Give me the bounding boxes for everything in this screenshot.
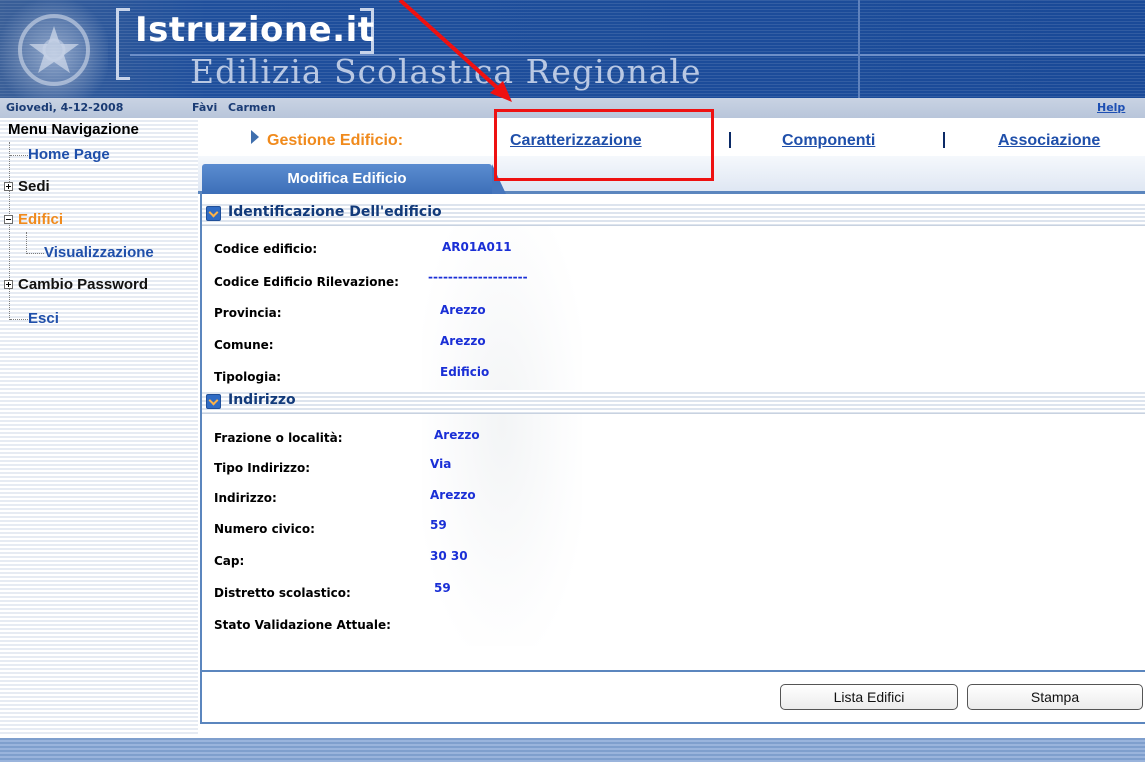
field-label: Distretto scolastico: bbox=[214, 586, 351, 600]
field-value-codice-rilevazione: -------------------- bbox=[428, 270, 528, 284]
logo-subtitle: Edilizia Scolastica Regionale bbox=[190, 52, 702, 91]
field-label: Tipo Indirizzo: bbox=[214, 461, 311, 475]
user-first-name: Carmen bbox=[228, 101, 276, 114]
field-label: Indirizzo: bbox=[214, 491, 277, 505]
chevron-down-icon[interactable] bbox=[206, 206, 221, 221]
field-label: Tipologia: bbox=[214, 370, 282, 384]
link-componenti[interactable]: Componenti bbox=[782, 132, 875, 150]
expand-plus-icon[interactable] bbox=[4, 182, 13, 191]
navigation-menu: Menu Navigazione Home Page Sedi Edifici … bbox=[0, 118, 198, 735]
republic-emblem-icon bbox=[0, 0, 108, 98]
menu-item-cambio-password[interactable]: Cambio Password bbox=[18, 276, 148, 293]
menu-item-visualizzazione[interactable]: Visualizzazione bbox=[44, 244, 154, 261]
user-last-name: Fàvi bbox=[192, 101, 218, 114]
menu-item-sedi[interactable]: Sedi bbox=[18, 178, 50, 195]
arrow-right-icon bbox=[251, 130, 259, 144]
page: Istruzione.it Edilizia Scolastica Region… bbox=[0, 0, 1145, 762]
section-title: Identificazione Dell'edificio bbox=[228, 204, 442, 220]
field-label: Codice edificio: bbox=[214, 242, 318, 256]
logo-bracket-left bbox=[116, 8, 130, 80]
nav-section-label: Gestione Edificio: bbox=[267, 132, 404, 149]
content-panel: Identificazione Dell'edificio Codice edi… bbox=[200, 194, 1145, 724]
help-link[interactable]: Help bbox=[1097, 101, 1125, 114]
section-title: Indirizzo bbox=[228, 392, 296, 408]
panel-footer-divider bbox=[202, 670, 1145, 672]
tree-line bbox=[10, 319, 28, 320]
field-label: Cap: bbox=[214, 554, 245, 568]
link-associazione[interactable]: Associazione bbox=[998, 132, 1100, 150]
lista-edifici-button[interactable]: Lista Edifici bbox=[780, 684, 958, 710]
menu-title: Menu Navigazione bbox=[8, 121, 139, 138]
field-value-cap: 30 30 bbox=[430, 549, 468, 563]
current-date: Giovedì, 4-12-2008 bbox=[6, 101, 124, 114]
collapse-minus-icon[interactable] bbox=[4, 215, 13, 224]
field-label: Codice Edificio Rilevazione: bbox=[214, 275, 399, 289]
menu-item-edifici[interactable]: Edifici bbox=[18, 211, 63, 228]
nav-separator bbox=[729, 132, 731, 148]
tree-line bbox=[27, 253, 44, 254]
tab-modifica-edificio[interactable]: Modifica Edificio bbox=[202, 164, 506, 194]
field-value-comune: Arezzo bbox=[440, 334, 486, 348]
tree-line bbox=[9, 142, 10, 320]
tab-strip: Modifica Edificio bbox=[198, 156, 1145, 194]
field-label: Stato Validazione Attuale: bbox=[214, 618, 391, 632]
tree-line bbox=[10, 155, 28, 156]
tree-line bbox=[26, 232, 27, 254]
field-value-tipologia: Edificio bbox=[440, 365, 490, 379]
section-header-identificazione[interactable]: Identificazione Dell'edificio bbox=[202, 202, 1145, 226]
field-value-indirizzo: Arezzo bbox=[430, 488, 476, 502]
field-value-distretto: 59 bbox=[434, 581, 451, 595]
section-header-indirizzo[interactable]: Indirizzo bbox=[202, 390, 1145, 414]
field-label: Comune: bbox=[214, 338, 274, 352]
field-value-codice-edificio: AR01A011 bbox=[442, 240, 512, 254]
field-label: Numero civico: bbox=[214, 522, 315, 536]
menu-item-esci[interactable]: Esci bbox=[28, 310, 59, 327]
field-value-provincia: Arezzo bbox=[440, 303, 486, 317]
field-label: Provincia: bbox=[214, 306, 282, 320]
header-banner: Istruzione.it Edilizia Scolastica Region… bbox=[0, 0, 1145, 98]
header-vertical-rule bbox=[858, 0, 860, 98]
stampa-button[interactable]: Stampa bbox=[967, 684, 1143, 710]
field-label: Frazione o località: bbox=[214, 431, 343, 445]
menu-item-home-page[interactable]: Home Page bbox=[28, 146, 110, 163]
edificio-nav-row: Gestione Edificio: Caratterizzazione Com… bbox=[198, 118, 1145, 156]
field-value-frazione: Arezzo bbox=[434, 428, 480, 442]
expand-plus-icon[interactable] bbox=[4, 280, 13, 289]
field-value-tipo-indirizzo: Via bbox=[430, 457, 452, 471]
link-caratterizzazione[interactable]: Caratterizzazione bbox=[510, 132, 642, 150]
field-value-numero-civico: 59 bbox=[430, 518, 447, 532]
nav-separator bbox=[943, 132, 945, 148]
footer-bar bbox=[0, 738, 1145, 762]
logo-title: Istruzione.it bbox=[135, 10, 375, 50]
info-bar: Giovedì, 4-12-2008 Fàvi Carmen Help bbox=[0, 98, 1145, 118]
chevron-down-icon[interactable] bbox=[206, 394, 221, 409]
